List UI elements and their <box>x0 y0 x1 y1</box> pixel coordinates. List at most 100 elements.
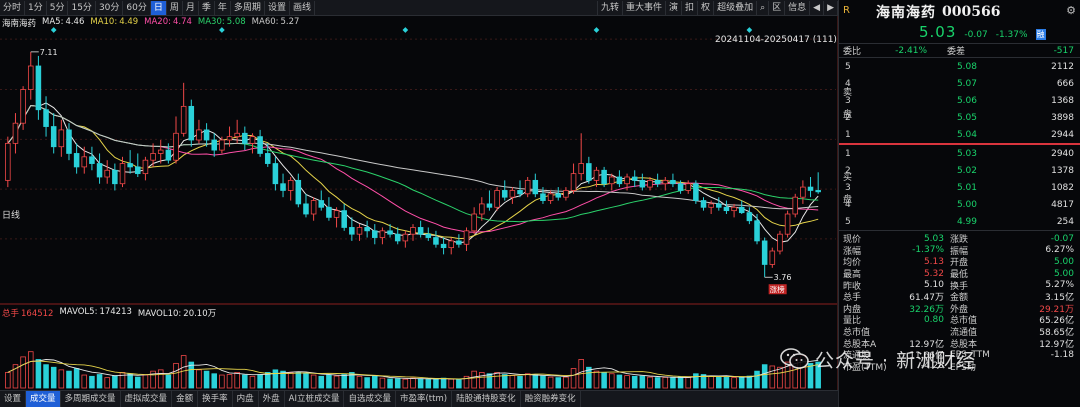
volume-bar[interactable] <box>716 376 722 389</box>
candle-body[interactable] <box>677 183 684 191</box>
candle-body[interactable] <box>43 109 49 127</box>
candle-body[interactable] <box>112 169 118 185</box>
gear-icon[interactable]: ⚙ <box>1066 4 1076 17</box>
indicator-tab[interactable]: AI立桩成交量 <box>285 391 345 407</box>
volume-bar[interactable] <box>601 372 607 389</box>
candle-body[interactable] <box>96 163 103 178</box>
volume-bar[interactable] <box>364 377 370 389</box>
candle-body[interactable] <box>700 200 707 208</box>
candle-body[interactable] <box>5 142 11 181</box>
volume-bar[interactable] <box>356 375 363 389</box>
candle-body[interactable] <box>280 183 286 191</box>
candle-body[interactable] <box>685 183 691 191</box>
volume-bar[interactable] <box>66 370 72 389</box>
tool-button[interactable]: 信息 <box>784 0 809 15</box>
candle-body[interactable] <box>264 153 271 164</box>
period-button[interactable]: 5分 <box>47 0 69 15</box>
volume-bar[interactable] <box>394 378 401 389</box>
volume-bar[interactable] <box>35 359 42 389</box>
volume-bar[interactable] <box>372 375 378 389</box>
volume-bar[interactable] <box>387 378 393 389</box>
candle-body[interactable] <box>73 153 80 168</box>
volume-bar[interactable] <box>677 376 684 389</box>
candle-body[interactable] <box>532 179 539 195</box>
bid-row[interactable]: 3 5.01 1082 <box>839 179 1080 196</box>
volume-bar[interactable] <box>249 375 256 389</box>
candle-body[interactable] <box>654 179 661 185</box>
candle-body[interactable] <box>608 176 615 185</box>
volume-bar[interactable] <box>127 373 133 389</box>
volume-bar[interactable] <box>287 372 294 389</box>
ask-row[interactable]: 4 5.07 666 <box>839 75 1080 92</box>
volume-bar[interactable] <box>27 351 34 389</box>
tool-button[interactable]: 九转 <box>596 0 622 15</box>
candle-body[interactable] <box>754 220 760 242</box>
period-button[interactable]: 月 <box>183 0 199 15</box>
candle-body[interactable] <box>456 240 462 245</box>
candle-body[interactable] <box>66 129 72 154</box>
volume-bar[interactable] <box>272 369 279 389</box>
candle-body[interactable] <box>540 193 546 201</box>
candle-body[interactable] <box>387 230 393 235</box>
candle-body[interactable] <box>318 200 325 208</box>
candle-body[interactable] <box>81 156 88 168</box>
candle-body[interactable] <box>173 132 179 161</box>
candle-body[interactable] <box>509 190 516 198</box>
period-button[interactable]: 30分 <box>96 0 124 15</box>
tool-button[interactable]: 权 <box>697 0 713 15</box>
candle-body[interactable] <box>295 179 302 205</box>
volume-bar[interactable] <box>647 376 653 389</box>
bid-row[interactable]: 1 5.03 2940 <box>839 145 1080 162</box>
candle-body[interactable] <box>326 206 332 218</box>
candle-body[interactable] <box>777 233 783 252</box>
volume-bar[interactable] <box>196 369 202 389</box>
volume-bar[interactable] <box>303 373 309 389</box>
indicator-tab[interactable]: 设置 <box>0 391 27 407</box>
volume-bar[interactable] <box>112 375 118 389</box>
indicator-tab[interactable]: 虚拟成交量 <box>121 391 173 407</box>
volume-bar[interactable] <box>5 372 11 389</box>
candle-body[interactable] <box>104 169 110 178</box>
candle-body[interactable] <box>379 230 386 238</box>
candle-body[interactable] <box>180 105 187 134</box>
candle-body[interactable] <box>631 176 638 181</box>
indicator-tab[interactable]: 自选成交量 <box>344 391 396 407</box>
volume-bar[interactable] <box>471 370 477 389</box>
volume-bar[interactable] <box>165 374 172 389</box>
candle-body[interactable] <box>425 233 432 238</box>
indicator-tab[interactable]: 成交量 <box>26 391 61 407</box>
candle-body[interactable] <box>135 166 141 175</box>
volume-bar[interactable] <box>104 377 110 389</box>
candle-body[interactable] <box>157 149 164 154</box>
period-button[interactable]: 1分 <box>25 0 47 15</box>
period-button[interactable]: 多周期 <box>231 0 265 15</box>
volume-bar[interactable] <box>738 376 745 389</box>
volume-bar[interactable] <box>547 376 554 389</box>
volume-bar[interactable] <box>448 378 454 389</box>
candle-body[interactable] <box>372 230 378 238</box>
candle-body[interactable] <box>647 179 653 188</box>
tool-button[interactable]: 重大事件 <box>622 0 665 15</box>
candle-body[interactable] <box>800 186 806 198</box>
tool-button[interactable]: 超级叠加 <box>713 0 756 15</box>
kline-chart-area[interactable]: 海南海药 MA5: 4.46 MA10: 4.49 MA20: 4.74 MA30: 5.08… <box>0 16 838 390</box>
candle-body[interactable] <box>417 227 424 235</box>
period-button[interactable]: 周 <box>167 0 183 15</box>
candle-body[interactable] <box>639 179 646 188</box>
period-button[interactable]: 季 <box>199 0 215 15</box>
candle-body[interactable] <box>586 163 592 181</box>
candle-body[interactable] <box>784 213 791 235</box>
volume-bar[interactable] <box>532 374 539 389</box>
indicator-tab[interactable]: 陆股通持股变化 <box>452 391 521 407</box>
period-button[interactable]: 日 <box>150 0 167 15</box>
period-button[interactable]: 画线 <box>290 0 315 15</box>
indicator-tab[interactable]: 外盘 <box>259 391 285 407</box>
arrow-left-icon[interactable]: ◀ <box>809 0 825 15</box>
volume-bar[interactable] <box>402 378 409 389</box>
candle-body[interactable] <box>524 179 531 195</box>
candle-body[interactable] <box>333 210 340 218</box>
candle-body[interactable] <box>12 122 19 144</box>
volume-bar[interactable] <box>135 376 141 389</box>
volume-bar[interactable] <box>157 369 164 389</box>
candle-body[interactable] <box>272 163 279 185</box>
